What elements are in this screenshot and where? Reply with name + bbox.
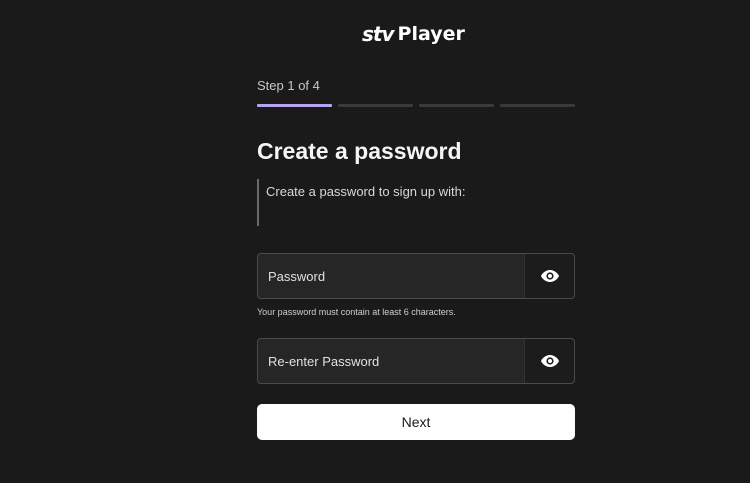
password-hint: Your password must contain at least 6 ch… xyxy=(257,307,456,317)
show-reenter-password-button[interactable] xyxy=(524,339,574,383)
logo-player-text: Player xyxy=(397,23,465,45)
progress-step-4 xyxy=(500,104,575,107)
info-text: Create a password to sign up with: xyxy=(266,184,466,199)
step-progress xyxy=(257,104,575,107)
stv-player-logo: stv Player xyxy=(362,20,465,48)
show-password-button[interactable] xyxy=(524,254,574,298)
eye-icon xyxy=(540,355,559,367)
password-field-wrapper xyxy=(257,253,575,299)
eye-icon xyxy=(540,270,559,282)
progress-step-2 xyxy=(338,104,413,107)
password-input[interactable] xyxy=(258,254,524,298)
step-label: Step 1 of 4 xyxy=(257,78,320,93)
reenter-password-input[interactable] xyxy=(258,339,524,383)
info-box: Create a password to sign up with: xyxy=(257,179,575,226)
next-button[interactable]: Next xyxy=(257,404,575,440)
progress-step-3 xyxy=(419,104,494,107)
page-title: Create a password xyxy=(257,138,462,164)
logo-stv-text: stv xyxy=(362,22,395,46)
reenter-password-field-wrapper xyxy=(257,338,575,384)
progress-step-1 xyxy=(257,104,332,107)
signup-form: Step 1 of 4 Create a password Create a p… xyxy=(257,76,575,440)
